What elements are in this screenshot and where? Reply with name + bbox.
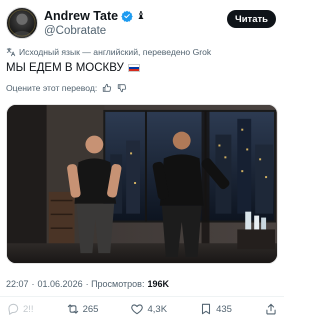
translation-note: Исходный язык — английский, переведено G… bbox=[6, 47, 211, 57]
tweet-text: МЫ ЕДЕМ В МОСКВУ bbox=[6, 62, 140, 74]
views-label: · Просмотров: bbox=[85, 279, 145, 289]
rate-translation-label: Оцените этот перевод: bbox=[6, 83, 98, 93]
tweet-date[interactable]: 01.06.2026 bbox=[38, 279, 83, 289]
bookmark-icon bbox=[202, 303, 211, 315]
bookmark-button[interactable]: 435 bbox=[199, 302, 232, 316]
avatar[interactable] bbox=[6, 7, 38, 39]
tweet-video[interactable] bbox=[6, 104, 278, 264]
thumbs-up-icon[interactable] bbox=[102, 83, 112, 93]
divider bbox=[0, 296, 284, 297]
translation-note-text: Исходный язык — английский, переведено G… bbox=[19, 47, 212, 57]
rate-translation-row: Оцените этот перевод: bbox=[6, 83, 127, 93]
verified-badge-icon bbox=[121, 10, 133, 22]
share-icon bbox=[266, 303, 276, 315]
author-name-row[interactable]: Andrew Tate ♝ bbox=[44, 9, 146, 23]
reply-icon bbox=[8, 303, 19, 315]
tweet-meta: 22:07 · 01.06.2026 · Просмотров: 196K bbox=[6, 279, 169, 289]
tweet-body: МЫ ЕДЕМ В МОСКВУ bbox=[6, 62, 124, 74]
like-count: 4,3K bbox=[147, 303, 168, 315]
like-button[interactable]: 4,3K bbox=[130, 302, 167, 316]
thumbs-down-icon[interactable] bbox=[117, 83, 127, 93]
retweet-button[interactable]: 265 bbox=[66, 302, 99, 316]
video-frame-image bbox=[7, 105, 277, 263]
retweet-count: 265 bbox=[82, 303, 99, 315]
reply-button[interactable]: 2!! bbox=[6, 302, 34, 316]
tweet-header: Andrew Tate ♝ @Cobratate Читать bbox=[6, 6, 278, 42]
heart-icon bbox=[131, 304, 144, 315]
share-button[interactable] bbox=[264, 302, 278, 316]
meta-separator: · bbox=[31, 279, 35, 289]
follow-button[interactable]: Читать bbox=[227, 10, 276, 28]
tweet-time[interactable]: 22:07 bbox=[6, 279, 29, 289]
views-count: 196K bbox=[147, 279, 169, 289]
retweet-icon bbox=[67, 304, 78, 314]
bishop-emoji-icon: ♝ bbox=[136, 9, 146, 22]
translate-icon bbox=[6, 47, 16, 57]
russia-flag-icon bbox=[127, 64, 140, 72]
bookmark-count: 435 bbox=[216, 303, 232, 315]
tweet-actions: 2!! 265 4,3K 435 bbox=[6, 301, 278, 317]
reply-count: 2!! bbox=[23, 303, 34, 315]
author-handle[interactable]: @Cobratate bbox=[44, 25, 106, 37]
author-display-name[interactable]: Andrew Tate bbox=[44, 9, 118, 23]
